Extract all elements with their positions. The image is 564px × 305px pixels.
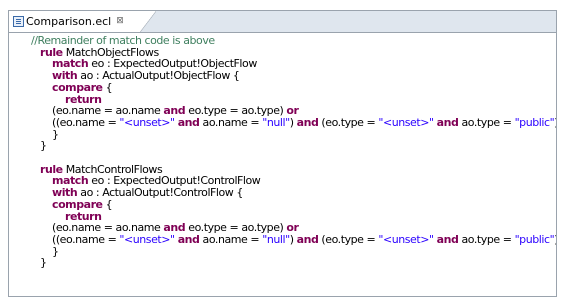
- code-token-keyword: and: [177, 232, 200, 246]
- editor-tab-label: Comparison.ecl: [26, 15, 112, 28]
- code-line: }: [52, 127, 59, 141]
- code-line: }: [40, 257, 47, 269]
- code-token-plain: ((eo.name =: [52, 115, 120, 129]
- code-editor[interactable]: //Remainder of match code is above rule M…: [9, 33, 556, 296]
- editor-tab-comparison[interactable]: Comparison.ecl ⊠: [9, 11, 141, 32]
- ecl-file-icon: [13, 16, 24, 27]
- code-token-keyword: and: [436, 115, 459, 129]
- code-token-string: "<unset>": [378, 115, 434, 129]
- code-token-plain: ): [289, 115, 297, 129]
- editor-window: Comparison.ecl ⊠ //Remainder of match co…: [8, 10, 557, 297]
- code-token-string: "null": [262, 232, 290, 246]
- code-token-plain: }: [40, 139, 47, 153]
- code-token-keyword: and: [296, 115, 319, 129]
- code-token-plain: {: [102, 197, 113, 211]
- code-token-string: "null": [262, 115, 290, 129]
- code-token-plain: (eo.type =: [318, 232, 379, 246]
- code-token-plain: ): [289, 232, 297, 246]
- code-token-keyword: and: [177, 115, 200, 129]
- code-token-plain: }: [40, 256, 47, 270]
- code-token-string: "<unset>": [119, 115, 175, 129]
- code-token-string: "public": [514, 232, 555, 246]
- code-token-plain: ));: [554, 116, 556, 129]
- code-line: }: [40, 140, 47, 152]
- code-token-keyword: and: [436, 232, 459, 246]
- code-line: ((eo.name = "<unset>" and ao.name = "nul…: [52, 232, 556, 246]
- code-token-plain: ao.type =: [458, 115, 515, 129]
- code-token-plain: ((eo.name =: [52, 232, 120, 246]
- code-token-plain: }: [52, 244, 59, 258]
- code-token-plain: {: [102, 80, 113, 94]
- code-token-string: "<unset>": [378, 232, 434, 246]
- code-line: }: [52, 244, 59, 258]
- code-token-plain: (eo.type =: [318, 115, 379, 129]
- code-token-plain: ao.type =: [458, 232, 515, 246]
- code-token-plain: ao.name =: [199, 232, 263, 246]
- code-token-plain: ));: [554, 233, 556, 246]
- tab-edge: [140, 11, 156, 32]
- code-line: ((eo.name = "<unset>" and ao.name = "nul…: [52, 115, 556, 129]
- editor-tab-strip: Comparison.ecl ⊠: [9, 11, 556, 33]
- close-icon[interactable]: ⊠: [116, 17, 124, 26]
- code-token-plain: ao.name =: [199, 115, 263, 129]
- code-token-plain: }: [52, 127, 59, 141]
- code-token-keyword: and: [296, 232, 319, 246]
- code-token-string: "<unset>": [119, 232, 175, 246]
- code-token-string: "public": [514, 115, 555, 129]
